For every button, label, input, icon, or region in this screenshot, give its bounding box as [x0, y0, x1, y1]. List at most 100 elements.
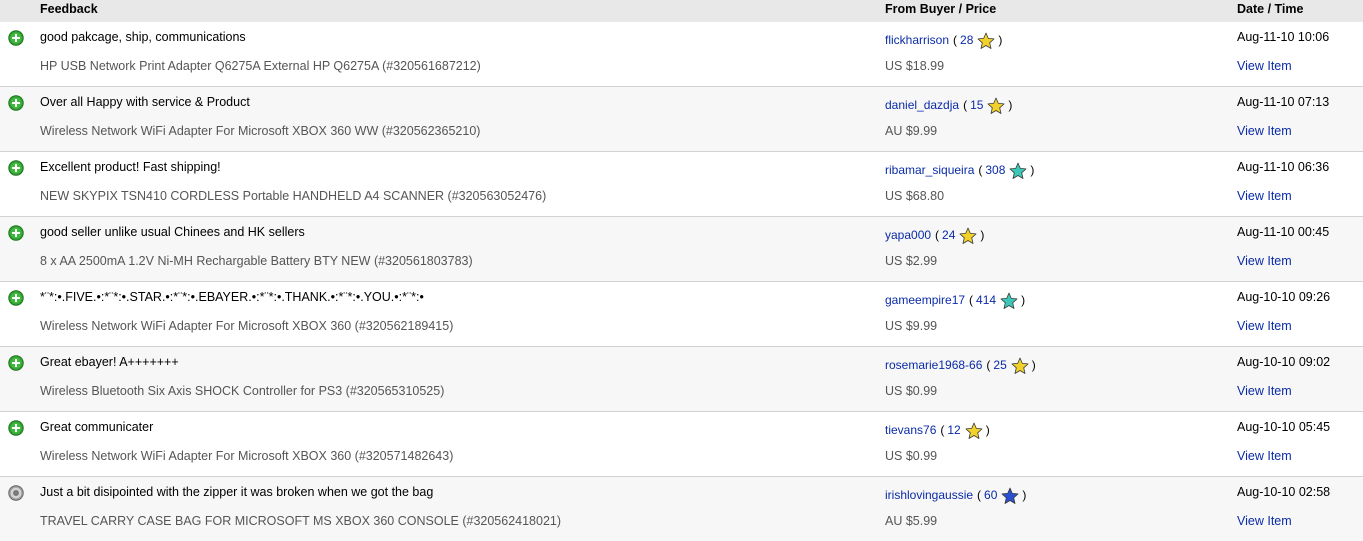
feedback-row: Over all Happy with service & Product Wi… [0, 87, 1363, 152]
star-icon[interactable] [1000, 292, 1018, 310]
buyer-link[interactable]: rosemarie1968-66 [885, 358, 982, 372]
view-item-link[interactable]: View Item [1237, 124, 1292, 138]
neutral-rating-icon [8, 485, 24, 501]
feedback-date: Aug-11-10 00:45 [1237, 225, 1330, 239]
item-title: Wireless Network WiFi Adapter For Micros… [40, 124, 481, 138]
feedback-comment: Over all Happy with service & Product [40, 95, 250, 109]
positive-rating-icon [8, 30, 24, 46]
view-item-link[interactable]: View Item [1237, 59, 1292, 73]
paren-open: ( [969, 293, 974, 307]
positive-rating-icon [8, 290, 24, 306]
buyer-info: tievans76 ( 12 ) [885, 420, 990, 440]
paren-open: ( [940, 423, 945, 437]
feedback-score-link[interactable]: 60 [984, 488, 997, 502]
buyer-link[interactable]: ribamar_siqueira [885, 163, 974, 177]
item-title: Wireless Network WiFi Adapter For Micros… [40, 449, 454, 463]
buyer-link[interactable]: gameempire17 [885, 293, 965, 307]
item-price: US $18.99 [885, 59, 945, 73]
view-item-link[interactable]: View Item [1237, 449, 1292, 463]
buyer-info: daniel_dazdja ( 15 ) [885, 95, 1012, 115]
feedback-score-link[interactable]: 24 [942, 228, 955, 242]
positive-rating-icon [8, 160, 24, 176]
paren-close: ) [1022, 488, 1027, 502]
feedback-row: good seller unlike usual Chinees and HK … [0, 217, 1363, 282]
paren-open: ( [986, 358, 991, 372]
item-price: US $9.99 [885, 319, 938, 333]
star-icon[interactable] [987, 97, 1005, 115]
paren-open: ( [978, 163, 983, 177]
feedback-date: Aug-10-10 02:58 [1237, 485, 1331, 499]
paren-open: ( [977, 488, 982, 502]
header-buyer-price[interactable]: From Buyer / Price [885, 2, 996, 16]
buyer-info: flickharrison ( 28 ) [885, 30, 1002, 50]
item-title: HP USB Network Print Adapter Q6275A Exte… [40, 59, 481, 73]
feedback-score-link[interactable]: 308 [985, 163, 1005, 177]
positive-rating-icon [8, 420, 24, 436]
header-feedback[interactable]: Feedback [40, 2, 98, 16]
item-title: 8 x AA 2500mA 1.2V Ni-MH Rechargable Bat… [40, 254, 473, 268]
feedback-row: Just a bit disipointed with the zipper i… [0, 477, 1363, 541]
feedback-date: Aug-10-10 09:26 [1237, 290, 1331, 304]
feedback-score-link[interactable]: 15 [970, 98, 983, 112]
feedback-score-link[interactable]: 25 [993, 358, 1006, 372]
header-date-time[interactable]: Date / Time [1237, 2, 1303, 16]
star-icon[interactable] [965, 422, 983, 440]
item-price: US $0.99 [885, 384, 938, 398]
buyer-info: rosemarie1968-66 ( 25 ) [885, 355, 1036, 375]
star-icon[interactable] [959, 227, 977, 245]
buyer-link[interactable]: flickharrison [885, 33, 949, 47]
feedback-comment: *¨*:•.FIVE.•:*¨*:•.STAR.•:*¨*:•.EBAYER.•… [40, 290, 424, 304]
buyer-link[interactable]: daniel_dazdja [885, 98, 959, 112]
buyer-info: irishlovingaussie ( 60 ) [885, 485, 1026, 505]
view-item-link[interactable]: View Item [1237, 384, 1292, 398]
feedback-row: Great ebayer! A+++++++ Wireless Bluetoot… [0, 347, 1363, 412]
positive-rating-icon [8, 225, 24, 241]
feedback-date: Aug-10-10 09:02 [1237, 355, 1331, 369]
paren-close: ) [1030, 163, 1035, 177]
star-icon[interactable] [977, 32, 995, 50]
positive-rating-icon [8, 355, 24, 371]
paren-close: ) [1008, 98, 1013, 112]
item-price: US $68.80 [885, 189, 945, 203]
feedback-score-link[interactable]: 28 [960, 33, 973, 47]
feedback-comment: good seller unlike usual Chinees and HK … [40, 225, 305, 239]
star-icon[interactable] [1011, 357, 1029, 375]
buyer-info: gameempire17 ( 414 ) [885, 290, 1025, 310]
feedback-date: Aug-11-10 06:36 [1237, 160, 1330, 174]
view-item-link[interactable]: View Item [1237, 319, 1292, 333]
item-price: AU $9.99 [885, 124, 938, 138]
item-title: TRAVEL CARRY CASE BAG FOR MICROSOFT MS X… [40, 514, 562, 528]
buyer-info: ribamar_siqueira ( 308 ) [885, 160, 1034, 180]
buyer-link[interactable]: irishlovingaussie [885, 488, 973, 502]
feedback-row: good pakcage, ship, communications HP US… [0, 22, 1363, 87]
star-icon[interactable] [1009, 162, 1027, 180]
star-icon[interactable] [1001, 487, 1019, 505]
paren-open: ( [935, 228, 940, 242]
paren-close: ) [998, 33, 1003, 47]
feedback-row: *¨*:•.FIVE.•:*¨*:•.STAR.•:*¨*:•.EBAYER.•… [0, 282, 1363, 347]
item-title: Wireless Network WiFi Adapter For Micros… [40, 319, 454, 333]
paren-open: ( [963, 98, 968, 112]
buyer-link[interactable]: yapa000 [885, 228, 931, 242]
feedback-table: Feedback From Buyer / Price Date / Time … [0, 0, 1363, 541]
feedback-date: Aug-10-10 05:45 [1237, 420, 1331, 434]
buyer-info: yapa000 ( 24 ) [885, 225, 984, 245]
feedback-comment: Excellent product! Fast shipping! [40, 160, 221, 174]
paren-open: ( [953, 33, 958, 47]
feedback-comment: Great ebayer! A+++++++ [40, 355, 179, 369]
item-price: AU $5.99 [885, 514, 938, 528]
paren-close: ) [985, 423, 990, 437]
table-header: Feedback From Buyer / Price Date / Time [0, 0, 1363, 22]
feedback-score-link[interactable]: 12 [947, 423, 960, 437]
view-item-link[interactable]: View Item [1237, 514, 1292, 528]
view-item-link[interactable]: View Item [1237, 254, 1292, 268]
paren-close: ) [1031, 358, 1036, 372]
feedback-score-link[interactable]: 414 [976, 293, 996, 307]
buyer-link[interactable]: tievans76 [885, 423, 936, 437]
item-price: US $0.99 [885, 449, 938, 463]
item-title: NEW SKYPIX TSN410 CORDLESS Portable HAND… [40, 189, 547, 203]
view-item-link[interactable]: View Item [1237, 189, 1292, 203]
feedback-row: Excellent product! Fast shipping! NEW SK… [0, 152, 1363, 217]
feedback-row: Great communicater Wireless Network WiFi… [0, 412, 1363, 477]
paren-close: ) [1021, 293, 1026, 307]
